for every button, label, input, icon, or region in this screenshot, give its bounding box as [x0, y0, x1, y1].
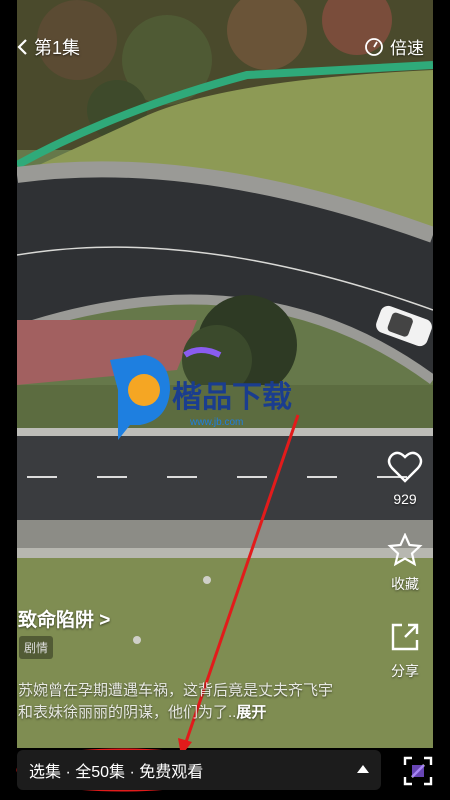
expand-link[interactable]: 展开	[236, 704, 266, 721]
genre-tag: 剧情	[19, 636, 54, 659]
collect-button[interactable]: 收藏	[383, 532, 427, 594]
episode-label: 第1集	[34, 38, 81, 58]
speed-label: 倍速	[390, 39, 424, 58]
star-icon	[387, 532, 423, 567]
share-icon	[391, 623, 419, 651]
heart-icon	[387, 451, 423, 483]
back-button[interactable]: 第1集	[16, 34, 80, 60]
fullscreen-icon[interactable]	[402, 755, 434, 787]
video-player-screen: 楷品下载 www.jb.com 第1集 倍速 929 收藏 分享 致命陷阱 > …	[0, 0, 450, 800]
speed-icon	[365, 37, 383, 56]
chevron-left-icon	[17, 39, 27, 55]
episode-selector-label: 选集 · 全50集 · 免费观看	[29, 764, 204, 781]
caret-up-icon	[357, 765, 369, 773]
speed-button[interactable]: 倍速	[364, 34, 424, 59]
episode-selector-bar[interactable]: 选集 · 全50集 · 免费观看	[17, 750, 381, 790]
collect-label: 收藏	[391, 576, 419, 592]
like-button[interactable]: 929	[383, 450, 427, 507]
like-count: 929	[393, 491, 417, 507]
drama-title[interactable]: 致命陷阱 >	[18, 605, 110, 632]
share-button[interactable]: 分享	[383, 620, 427, 681]
share-label: 分享	[391, 663, 419, 679]
drama-description: 苏婉曾在孕期遭遇车祸，这背后竟是丈夫齐飞宇和表妹徐丽丽的阴谋，他们为了..展开	[18, 680, 340, 724]
description-text: 苏婉曾在孕期遭遇车祸，这背后竟是丈夫齐飞宇和表妹徐丽丽的阴谋，他们为了..	[18, 682, 334, 721]
